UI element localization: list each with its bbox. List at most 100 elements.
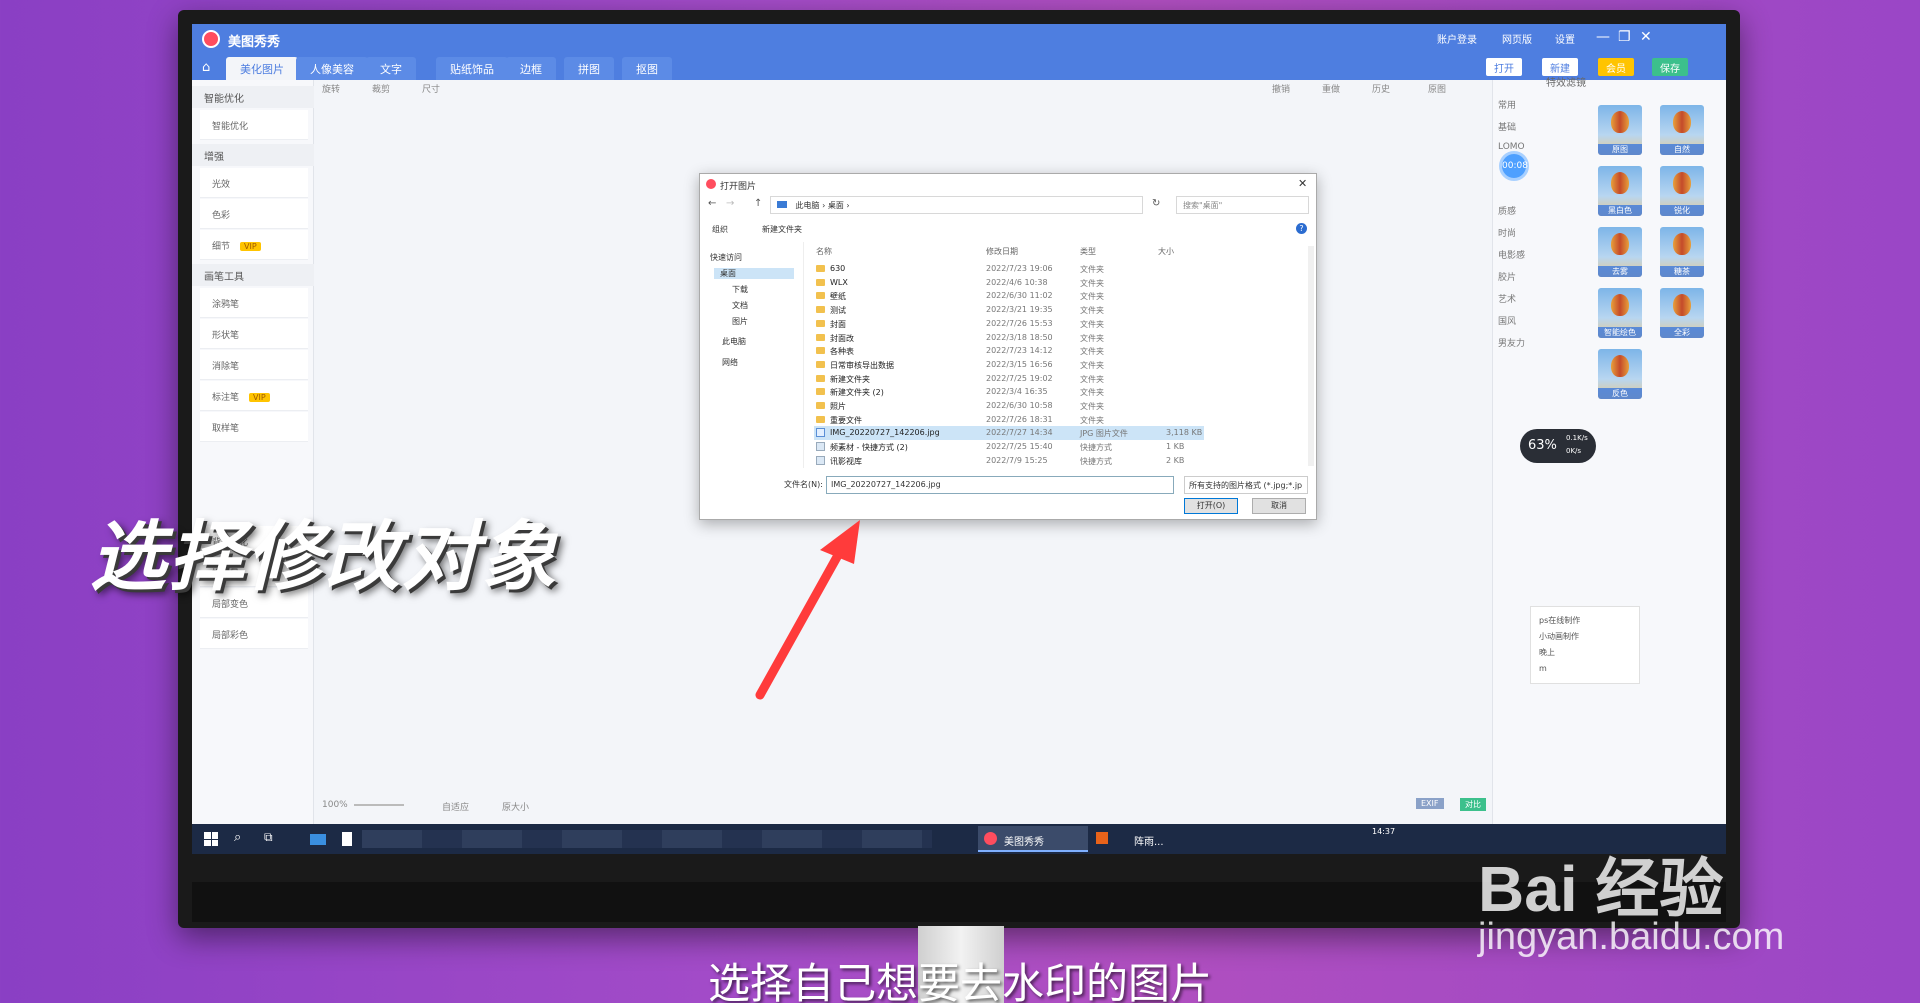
recommend-item[interactable]: ps在线制作: [1539, 613, 1631, 629]
original-size-button[interactable]: 原大小: [502, 800, 529, 813]
tree-downloads[interactable]: 下载: [732, 284, 748, 295]
section-brush-tools[interactable]: 画笔工具: [192, 264, 314, 286]
forward-arrow-icon[interactable]: →: [726, 198, 734, 209]
section-enhance[interactable]: 增强: [192, 144, 314, 166]
recommend-item[interactable]: 晚上: [1539, 645, 1631, 661]
filter-thumb[interactable]: 全彩: [1660, 288, 1704, 338]
side-item-eraser-pen[interactable]: 消除笔: [200, 350, 308, 380]
filter-cat-film-feel[interactable]: 电影感: [1498, 248, 1525, 261]
side-item-smart-optimize[interactable]: 智能优化: [200, 110, 308, 140]
crop-tool[interactable]: 裁剪: [372, 82, 390, 95]
address-bar[interactable]: 此电脑 › 桌面 ›: [770, 196, 1143, 214]
rotate-tool[interactable]: 旋转: [322, 82, 340, 95]
filter-cat-basic[interactable]: 基础: [1498, 120, 1516, 133]
side-item-color[interactable]: 色彩: [200, 199, 308, 229]
size-tool[interactable]: 尺寸: [422, 82, 440, 95]
file-row[interactable]: 新建文件夹 (2) 2022/3/4 16:35 文件夹: [814, 385, 1204, 399]
filter-thumb[interactable]: 锐化: [1660, 166, 1704, 216]
col-name[interactable]: 名称: [816, 246, 832, 257]
up-arrow-icon[interactable]: ↑: [754, 198, 762, 209]
tab-beautify[interactable]: 美化图片: [226, 57, 298, 80]
history-tool[interactable]: 历史: [1372, 82, 1390, 95]
search-icon[interactable]: ⌕: [234, 830, 241, 845]
file-row[interactable]: 日常审核导出数据 2022/3/15 16:56 文件夹: [814, 358, 1204, 372]
recommend-item[interactable]: m: [1539, 661, 1631, 677]
file-row[interactable]: 频素材 - 快捷方式 (2) 2022/7/25 15:40 快捷方式 1 KB: [814, 440, 1204, 454]
tree-network[interactable]: 网络: [722, 357, 738, 368]
vip-button[interactable]: 会员: [1598, 58, 1634, 76]
file-row[interactable]: 测试 2022/3/21 19:35 文件夹: [814, 303, 1204, 317]
tab-border[interactable]: 边框: [506, 57, 556, 80]
filter-cat-common[interactable]: 常用: [1498, 98, 1516, 111]
start-icon[interactable]: [204, 832, 218, 846]
filter-thumb[interactable]: 智能绘色: [1598, 288, 1642, 338]
zoom-slider[interactable]: [354, 804, 404, 806]
col-size[interactable]: 大小: [1158, 246, 1174, 257]
col-type[interactable]: 类型: [1080, 246, 1096, 257]
filter-thumb[interactable]: 反色: [1598, 349, 1642, 399]
file-list-scrollbar[interactable]: [1308, 246, 1314, 466]
file-row[interactable]: 重要文件 2022/7/26 18:31 文件夹: [814, 413, 1204, 427]
file-row[interactable]: 封面改 2022/3/18 18:50 文件夹: [814, 331, 1204, 345]
file-row[interactable]: 封面 2022/7/26 15:53 文件夹: [814, 317, 1204, 331]
side-item-doodle-pen[interactable]: 涂鸦笔: [200, 288, 308, 318]
filter-thumb[interactable]: 黑白色: [1598, 166, 1642, 216]
minimize-icon[interactable]: —: [1596, 29, 1610, 45]
filter-cat-texture[interactable]: 质感: [1498, 204, 1516, 217]
tab-cutout[interactable]: 抠图: [622, 57, 672, 80]
filter-thumb[interactable]: 原图: [1598, 105, 1642, 155]
side-item-shape-pen[interactable]: 形状笔: [200, 319, 308, 349]
path-part[interactable]: 桌面: [828, 201, 844, 210]
filter-cat-art[interactable]: 艺术: [1498, 292, 1516, 305]
file-row[interactable]: 新建文件夹 2022/7/25 19:02 文件夹: [814, 372, 1204, 386]
tree-quick-access[interactable]: 快速访问: [710, 252, 742, 263]
maximize-icon[interactable]: ❐: [1618, 29, 1631, 45]
file-row[interactable]: 照片 2022/6/30 10:58 文件夹: [814, 399, 1204, 413]
web-version-link[interactable]: 网页版: [1502, 31, 1532, 46]
sogou-icon[interactable]: [1096, 832, 1108, 844]
filter-thumb[interactable]: 糖茶: [1660, 227, 1704, 277]
open-dialog-button[interactable]: 打开(O): [1184, 498, 1238, 514]
settings-link[interactable]: 设置: [1555, 31, 1575, 46]
task-view-icon[interactable]: ⧉: [264, 830, 273, 845]
close-icon[interactable]: ✕: [1640, 29, 1652, 45]
filter-cat-boyfriend[interactable]: 男友力: [1498, 336, 1525, 349]
undo-tool[interactable]: 撤销: [1272, 82, 1290, 95]
filter-thumb[interactable]: 自然: [1660, 105, 1704, 155]
file-row[interactable]: IMG_20220727_142206.jpg 2022/7/27 14:34 JP…: [814, 426, 1204, 441]
weather-label[interactable]: 阵雨...: [1134, 833, 1164, 848]
dialog-close-icon[interactable]: ✕: [1298, 177, 1307, 190]
file-row[interactable]: WLX 2022/4/6 10:38 文件夹: [814, 276, 1204, 290]
home-icon[interactable]: ⌂: [202, 60, 216, 75]
pc-taskbar-icon[interactable]: [310, 834, 326, 845]
original-tool[interactable]: 原图: [1428, 82, 1446, 95]
help-icon[interactable]: ?: [1296, 223, 1307, 234]
section-smart-optimize[interactable]: 智能优化: [192, 86, 314, 108]
file-row[interactable]: 讯影视库 2022/7/9 15:25 快捷方式 2 KB: [814, 454, 1204, 468]
tab-portrait[interactable]: 人像美容: [296, 57, 368, 80]
file-row[interactable]: 630 2022/7/23 19:06 文件夹: [814, 262, 1204, 276]
side-item-detail[interactable]: 细节 VIP: [200, 230, 308, 260]
tab-text[interactable]: 文字: [366, 57, 416, 80]
side-item-annotate-pen[interactable]: 标注笔 VIP: [200, 381, 308, 411]
organize-menu[interactable]: 组织: [712, 224, 728, 235]
side-item-light[interactable]: 光效: [200, 168, 308, 198]
clock[interactable]: 14:37: [1372, 827, 1395, 836]
filter-cat-film[interactable]: 胶片: [1498, 270, 1516, 283]
filter-cat-guofeng[interactable]: 国风: [1498, 314, 1516, 327]
open-button[interactable]: 打开: [1486, 58, 1522, 76]
recommend-item[interactable]: 小动画制作: [1539, 629, 1631, 645]
refresh-icon[interactable]: ↻: [1152, 198, 1160, 209]
tree-desktop[interactable]: 桌面: [714, 268, 794, 279]
compare-button[interactable]: 对比: [1460, 798, 1486, 811]
dialog-search-input[interactable]: 搜索"桌面": [1176, 196, 1309, 214]
redo-tool[interactable]: 重做: [1322, 82, 1340, 95]
tab-collage[interactable]: 拼图: [564, 57, 614, 80]
side-item-sample-pen[interactable]: 取样笔: [200, 412, 308, 442]
filter-thumb[interactable]: 去雾: [1598, 227, 1642, 277]
tab-stickers[interactable]: 贴纸饰品: [436, 57, 508, 80]
exif-button[interactable]: EXIF: [1416, 798, 1444, 809]
tree-documents[interactable]: 文档: [732, 300, 748, 311]
account-login-link[interactable]: 账户登录: [1437, 31, 1477, 46]
side-item-local-color[interactable]: 局部彩色: [200, 619, 308, 649]
